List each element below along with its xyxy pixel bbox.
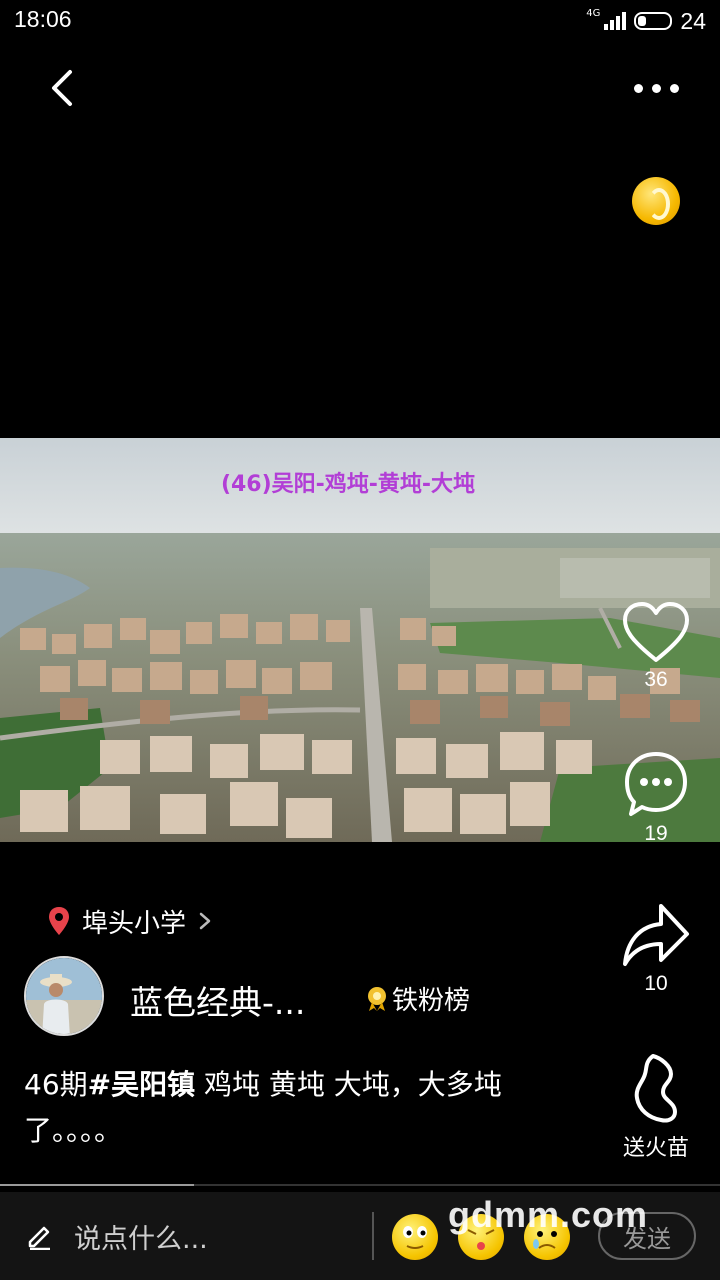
medal-icon xyxy=(368,986,386,1011)
location-link[interactable]: 埠头小学 xyxy=(48,904,212,939)
pencil-icon xyxy=(28,1226,50,1250)
coin-reward-icon[interactable] xyxy=(632,177,680,225)
status-bar: 18:06 4G 24 xyxy=(0,0,720,44)
comment-bubble-icon xyxy=(625,752,687,816)
like-button[interactable]: 36 xyxy=(610,600,702,692)
avatar[interactable] xyxy=(24,956,104,1036)
emoji-smile-icon[interactable] xyxy=(392,1214,438,1260)
more-dot-icon xyxy=(669,83,679,93)
fans-ranking-button[interactable]: 铁粉榜 xyxy=(366,980,470,1017)
watermark: gdmm.com xyxy=(448,1194,649,1235)
chevron-left-icon xyxy=(52,70,72,106)
author-name[interactable]: 蓝色经典-... xyxy=(130,976,305,1024)
share-button[interactable]: 10 xyxy=(610,900,702,996)
video-overlay-title: (46)吴阳-鸡坉-黄坉-大坉 xyxy=(220,472,476,497)
comment-input[interactable]: 说点什么... xyxy=(26,1210,356,1262)
more-dot-icon xyxy=(633,83,643,93)
send-fire-label: 送火苗 xyxy=(622,1136,689,1161)
caption-hashtag[interactable]: #吴阳镇 xyxy=(88,1068,195,1101)
avatar-image xyxy=(26,958,102,1034)
video-progress-bar[interactable] xyxy=(0,1184,720,1186)
comment-placeholder: 说点什么... xyxy=(74,1223,208,1255)
share-arrow-icon xyxy=(623,904,689,966)
status-icons: 4G 24 xyxy=(586,6,706,36)
send-fire-button[interactable]: 送火苗 xyxy=(610,1052,702,1162)
location-pin-icon xyxy=(49,907,69,935)
emoji-smile-face xyxy=(403,1226,427,1249)
like-count: 36 xyxy=(644,668,668,691)
divider xyxy=(372,1212,374,1260)
location-name: 埠头小学 xyxy=(82,908,187,939)
author-row: 蓝色经典-... 铁粉榜 xyxy=(24,956,584,1036)
heart-icon xyxy=(623,602,689,662)
battery-icon xyxy=(634,12,673,30)
post-caption: 46期#吴阳镇 鸡坉 黄坉 大坉，大多坉了。。。。 xyxy=(24,1062,584,1154)
video-progress-fill xyxy=(0,1184,195,1186)
more-dot-icon xyxy=(651,83,661,93)
battery-level: 24 xyxy=(680,7,706,34)
flame-icon xyxy=(634,1054,677,1123)
fans-badge-label: 铁粉榜 xyxy=(392,986,471,1016)
more-options-button[interactable] xyxy=(624,70,688,106)
status-time: 18:06 xyxy=(14,6,72,32)
network-type: 4G xyxy=(586,7,601,19)
caption-prefix: 46期 xyxy=(24,1068,88,1101)
chevron-right-icon xyxy=(199,912,211,930)
signal-icon xyxy=(604,12,627,30)
back-button[interactable] xyxy=(40,64,88,112)
comment-count: 19 xyxy=(644,822,668,845)
share-count: 10 xyxy=(644,972,668,995)
comment-button[interactable]: 19 xyxy=(610,750,702,846)
